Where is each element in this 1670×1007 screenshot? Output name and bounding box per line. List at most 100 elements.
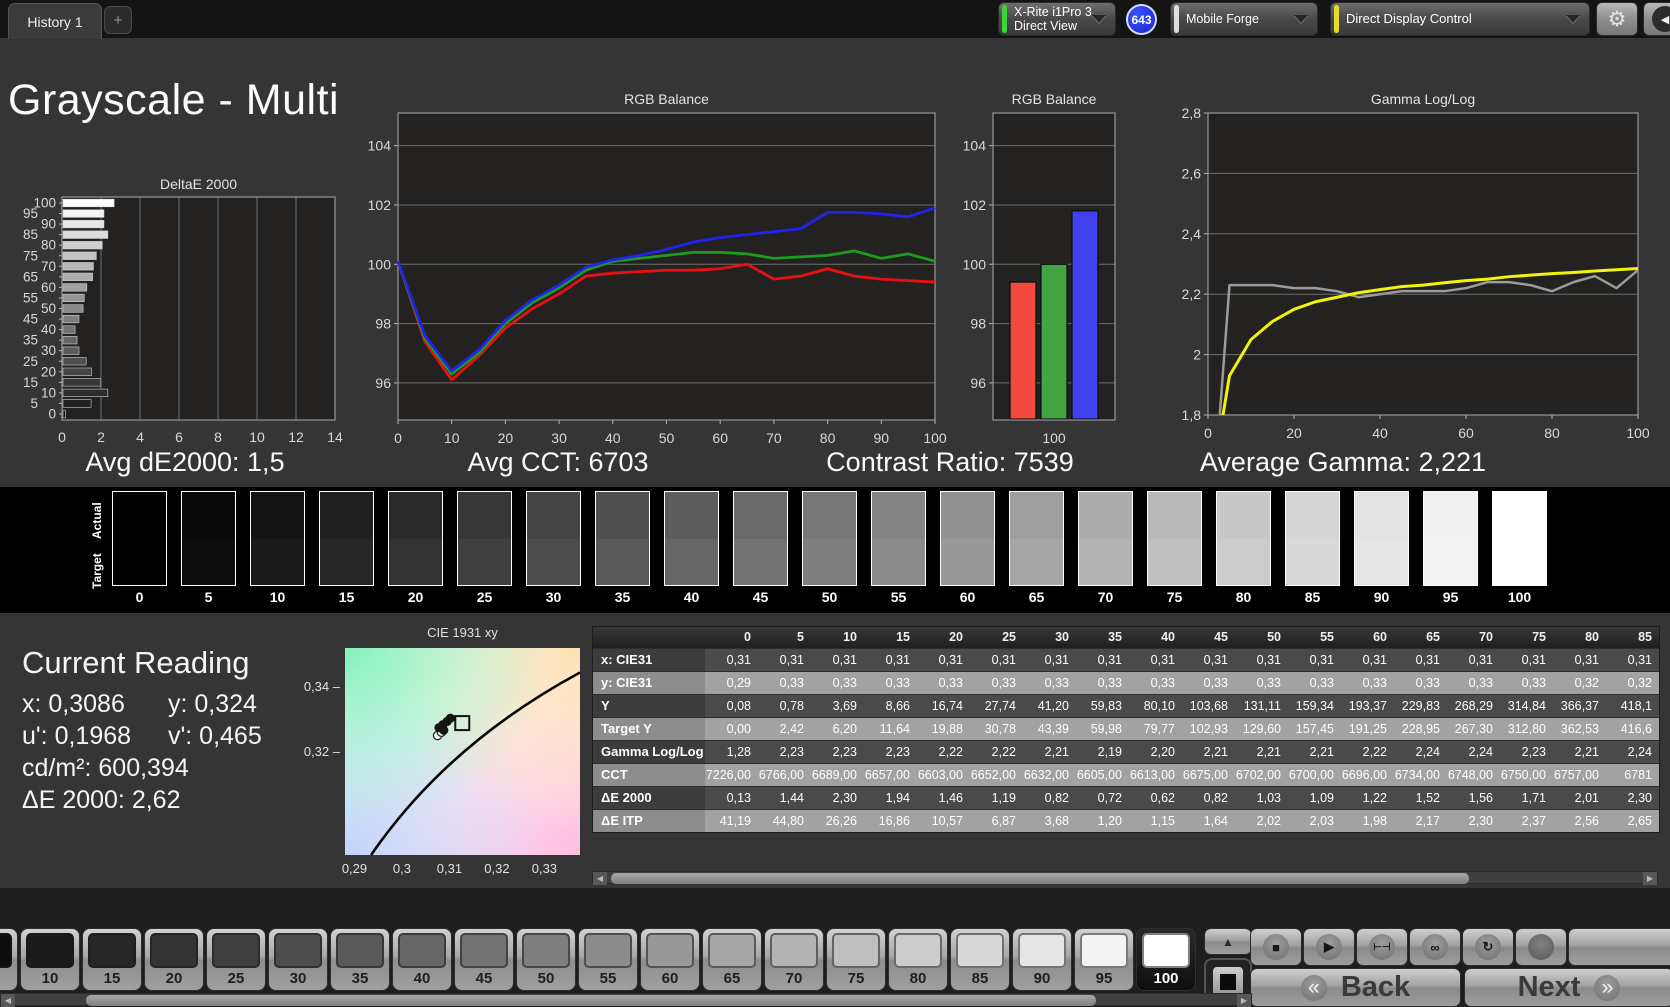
svg-text:55: 55 [23,290,38,305]
cie-y-tick: 0,32 – [303,744,340,760]
meter-dropdown[interactable]: X-Rite i1Pro 3 Direct View [998,2,1116,36]
calibration-app: History 1 + X-Rite i1Pro 3 Direct View 6… [0,0,1670,1007]
scroll-left-icon[interactable]: ◀ [1,994,15,1007]
column-header: 65 [1426,630,1440,644]
scroll-right-icon[interactable]: ▶ [1237,994,1251,1007]
svg-text:98: 98 [970,316,986,332]
pattern-level-button-15[interactable]: 15 [82,928,142,991]
grayscale-swatch-55: 55 [871,491,926,605]
settings-button[interactable]: ⚙ [1596,2,1638,36]
repeat-button[interactable]: ↻ [1462,928,1514,966]
level-swatch [150,933,198,968]
next-button[interactable]: Next » [1464,968,1670,1007]
table-cell: 362,53 [1560,722,1599,736]
svg-text:90: 90 [41,217,56,232]
pattern-level-button-35[interactable]: 35 [330,928,390,991]
pattern-level-button-40[interactable]: 40 [392,928,452,991]
level-label: 20 [165,970,183,987]
source-dropdown[interactable]: Mobile Forge [1170,2,1318,36]
pattern-level-button-25[interactable]: 25 [206,928,266,991]
pattern-level-button-80[interactable]: 80 [888,928,948,991]
table-cell: 2,37 [1521,814,1546,828]
back-button[interactable]: « Back [1250,968,1461,1007]
range-marker-button[interactable]: ⊢⊣ [1356,928,1408,966]
svg-text:10: 10 [249,429,265,445]
table-cell: 0,31 [779,653,804,667]
pattern-level-button-70[interactable]: 70 [764,928,824,991]
table-cell: 6689,00 [811,768,857,782]
pattern-level-button-30[interactable]: 30 [268,928,328,991]
infinite-loop-button[interactable]: ∞ [1409,928,1461,966]
grayscale-swatch-15: 15 [319,491,374,605]
table-cell: 0,78 [779,699,804,713]
table-scrollbar[interactable]: ◀ ▶ [592,871,1658,885]
tab-history-1[interactable]: History 1 [8,3,102,39]
actual-row-label: Actual [90,502,104,540]
actual-patch [1148,492,1201,539]
stop-button[interactable]: ■ [1250,928,1302,966]
table-cell: 0,33 [938,676,963,690]
play-button[interactable]: ▶ [1303,928,1355,966]
pattern-level-button-50[interactable]: 50 [516,928,576,991]
table-cell: 1,22 [1362,791,1387,805]
pattern-level-button-95[interactable]: 95 [1074,928,1134,991]
pattern-level-button-55[interactable]: 55 [578,928,638,991]
pattern-scrollbar-thumb[interactable] [86,995,1096,1006]
svg-text:60: 60 [41,280,56,295]
display-control-dropdown[interactable]: Direct Display Control [1330,2,1590,36]
pattern-level-button-45[interactable]: 45 [454,928,514,991]
target-patch [320,538,373,585]
cie-x-tick: 0,33 [531,861,558,876]
record-button[interactable] [1515,928,1567,966]
cie-x-tick: 0,29 [341,861,368,876]
collapse-panel-button[interactable]: ◀ [1643,2,1670,36]
level-swatch [956,933,1004,968]
svg-text:40: 40 [41,322,56,337]
column-header: 15 [896,630,910,644]
table-cell: 0,33 [1097,676,1122,690]
table-cell: 2,02 [1256,814,1281,828]
pattern-level-button-85[interactable]: 85 [950,928,1010,991]
table-cell: 26,26 [825,814,857,828]
pattern-level-button-65[interactable]: 65 [702,928,762,991]
table-cell: 2,23 [779,745,804,759]
svg-text:Gamma Log/Log: Gamma Log/Log [1371,91,1475,107]
table-cell: 2,19 [1097,745,1122,759]
table-cell: 2,23 [832,745,857,759]
pattern-level-button-90[interactable]: 90 [1012,928,1072,991]
pattern-level-button-60[interactable]: 60 [640,928,700,991]
table-cell: 41,20 [1037,699,1069,713]
row-label: ΔE ITP [593,810,705,832]
actual-patch [1217,492,1270,539]
svg-text:35: 35 [23,333,38,348]
tab-label: History 1 [27,13,83,30]
chevron-down-icon [1294,15,1308,23]
level-swatch [646,933,694,968]
pattern-level-button-10[interactable]: 10 [20,928,80,991]
table-scrollbar-thumb[interactable] [611,873,1469,884]
record-icon [1528,934,1554,960]
transport-extra-button[interactable] [1568,928,1670,966]
table-cell: 2,21 [1574,745,1599,759]
scroll-left-icon[interactable]: ◀ [593,872,607,885]
swatch-level-label: 70 [1097,589,1114,605]
pattern-level-button-20[interactable]: 20 [144,928,204,991]
pattern-scrollbar[interactable]: ◀ ▶ [0,993,1252,1007]
scroll-right-icon[interactable]: ▶ [1643,872,1657,885]
table-cell: 3,68 [1044,814,1069,828]
svg-text:75: 75 [23,248,38,263]
table-cell: 103,68 [1189,699,1228,713]
table-cell: 0,33 [832,676,857,690]
table-cell: 6603,00 [917,768,963,782]
pattern-level-button-75[interactable]: 75 [826,928,886,991]
svg-text:2,2: 2,2 [1182,286,1202,302]
pattern-scroll-up-button[interactable]: ▲ [1204,928,1252,955]
table-cell: 1,52 [1415,791,1440,805]
column-header: 5 [797,630,804,644]
table-cell: 0,29 [726,676,751,690]
pattern-level-button-100[interactable]: 100 [1136,928,1196,991]
new-tab-button[interactable]: + [104,6,132,34]
pattern-level-button-5[interactable]: 5 [0,928,18,991]
table-cell: 0,31 [726,653,751,667]
chevron-down-icon [1092,15,1106,23]
